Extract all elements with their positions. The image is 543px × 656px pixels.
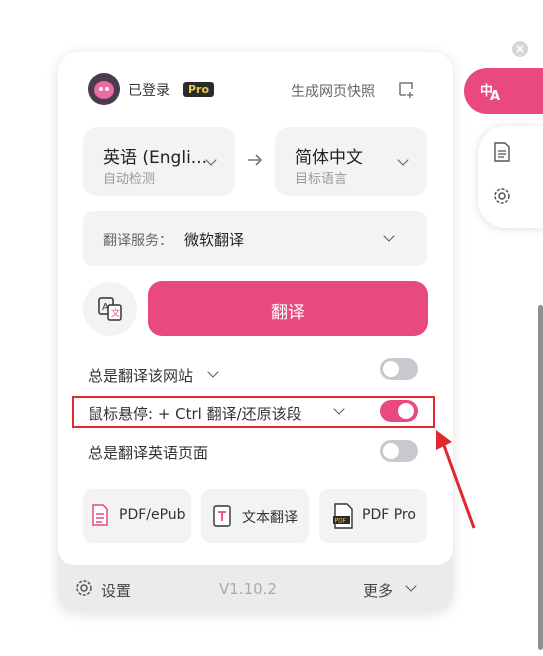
avatar[interactable]	[88, 73, 120, 105]
svg-text:文: 文	[111, 307, 120, 319]
target-language-sub: 目标语言	[295, 172, 348, 187]
translation-service-select[interactable]: 翻译服务： 微软翻译	[83, 211, 427, 266]
toggle-always-translate-site[interactable]	[380, 358, 418, 380]
settings-label[interactable]: 设置	[101, 580, 131, 601]
source-language-sub: 自动检测	[103, 172, 156, 187]
gear-icon[interactable]	[492, 186, 512, 206]
option-label-always-translate-english[interactable]: 总是翻译英语页面	[88, 442, 208, 463]
translate-mode-button[interactable]: A 文	[83, 282, 137, 336]
toggle-always-translate-english[interactable]	[380, 440, 418, 462]
chevron-down-icon	[383, 230, 395, 242]
pdf-epub-button[interactable]: PDF/ePub	[83, 489, 191, 543]
translate-button-label: 翻译	[271, 303, 305, 323]
text-translate-button[interactable]: 文本翻译	[201, 489, 309, 543]
arrow-right-icon	[247, 152, 263, 166]
translate-icon: 中 A	[480, 80, 504, 104]
svg-text:PDF: PDF	[335, 518, 347, 525]
text-translate-icon	[213, 505, 231, 527]
translate-icon: A 文	[97, 296, 123, 322]
pro-badge: Pro	[183, 82, 215, 97]
close-icon[interactable]	[512, 41, 528, 57]
login-status: 已登录	[128, 83, 170, 99]
scrollbar-thumb[interactable]	[538, 305, 543, 650]
source-language-select[interactable]: 英语 (Engli... 自动检测	[83, 127, 235, 196]
source-language-name: 英语 (Engli...	[103, 148, 208, 168]
floating-translate-button[interactable]: 中 A	[464, 68, 543, 114]
pdf-pro-icon: PDF	[332, 503, 354, 529]
pdf-epub-icon	[92, 504, 108, 526]
more-label[interactable]: 更多	[363, 580, 393, 601]
pdf-pro-button[interactable]: PDF PDF Pro	[319, 489, 427, 543]
option-label-hover-translate[interactable]: 鼠标悬停: + Ctrl 翻译/还原该段	[88, 403, 302, 424]
option-label-always-translate-site[interactable]: 总是翻译该网站	[88, 365, 193, 386]
snapshot-icon[interactable]	[398, 81, 414, 98]
annotation-arrow	[430, 428, 480, 532]
service-label: 翻译服务：	[103, 233, 173, 249]
document-icon[interactable]	[494, 142, 510, 162]
side-toolbar	[478, 126, 543, 228]
target-language-select[interactable]: 简体中文 目标语言	[275, 127, 427, 196]
target-language-name: 简体中文	[295, 148, 363, 168]
version-label: V1.10.2	[219, 580, 277, 598]
toggle-hover-translate[interactable]	[380, 400, 418, 422]
pdf-epub-label: PDF/ePub	[119, 507, 186, 523]
translate-button[interactable]: 翻译	[148, 281, 428, 336]
snapshot-label[interactable]: 生成网页快照	[291, 81, 375, 101]
service-value: 微软翻译	[184, 231, 245, 249]
gear-icon[interactable]	[74, 578, 94, 598]
chevron-down-icon	[205, 154, 217, 166]
chevron-down-icon	[397, 154, 409, 166]
pdf-pro-label: PDF Pro	[362, 507, 416, 523]
svg-text:A: A	[490, 89, 500, 102]
text-translate-label: 文本翻译	[242, 510, 298, 526]
